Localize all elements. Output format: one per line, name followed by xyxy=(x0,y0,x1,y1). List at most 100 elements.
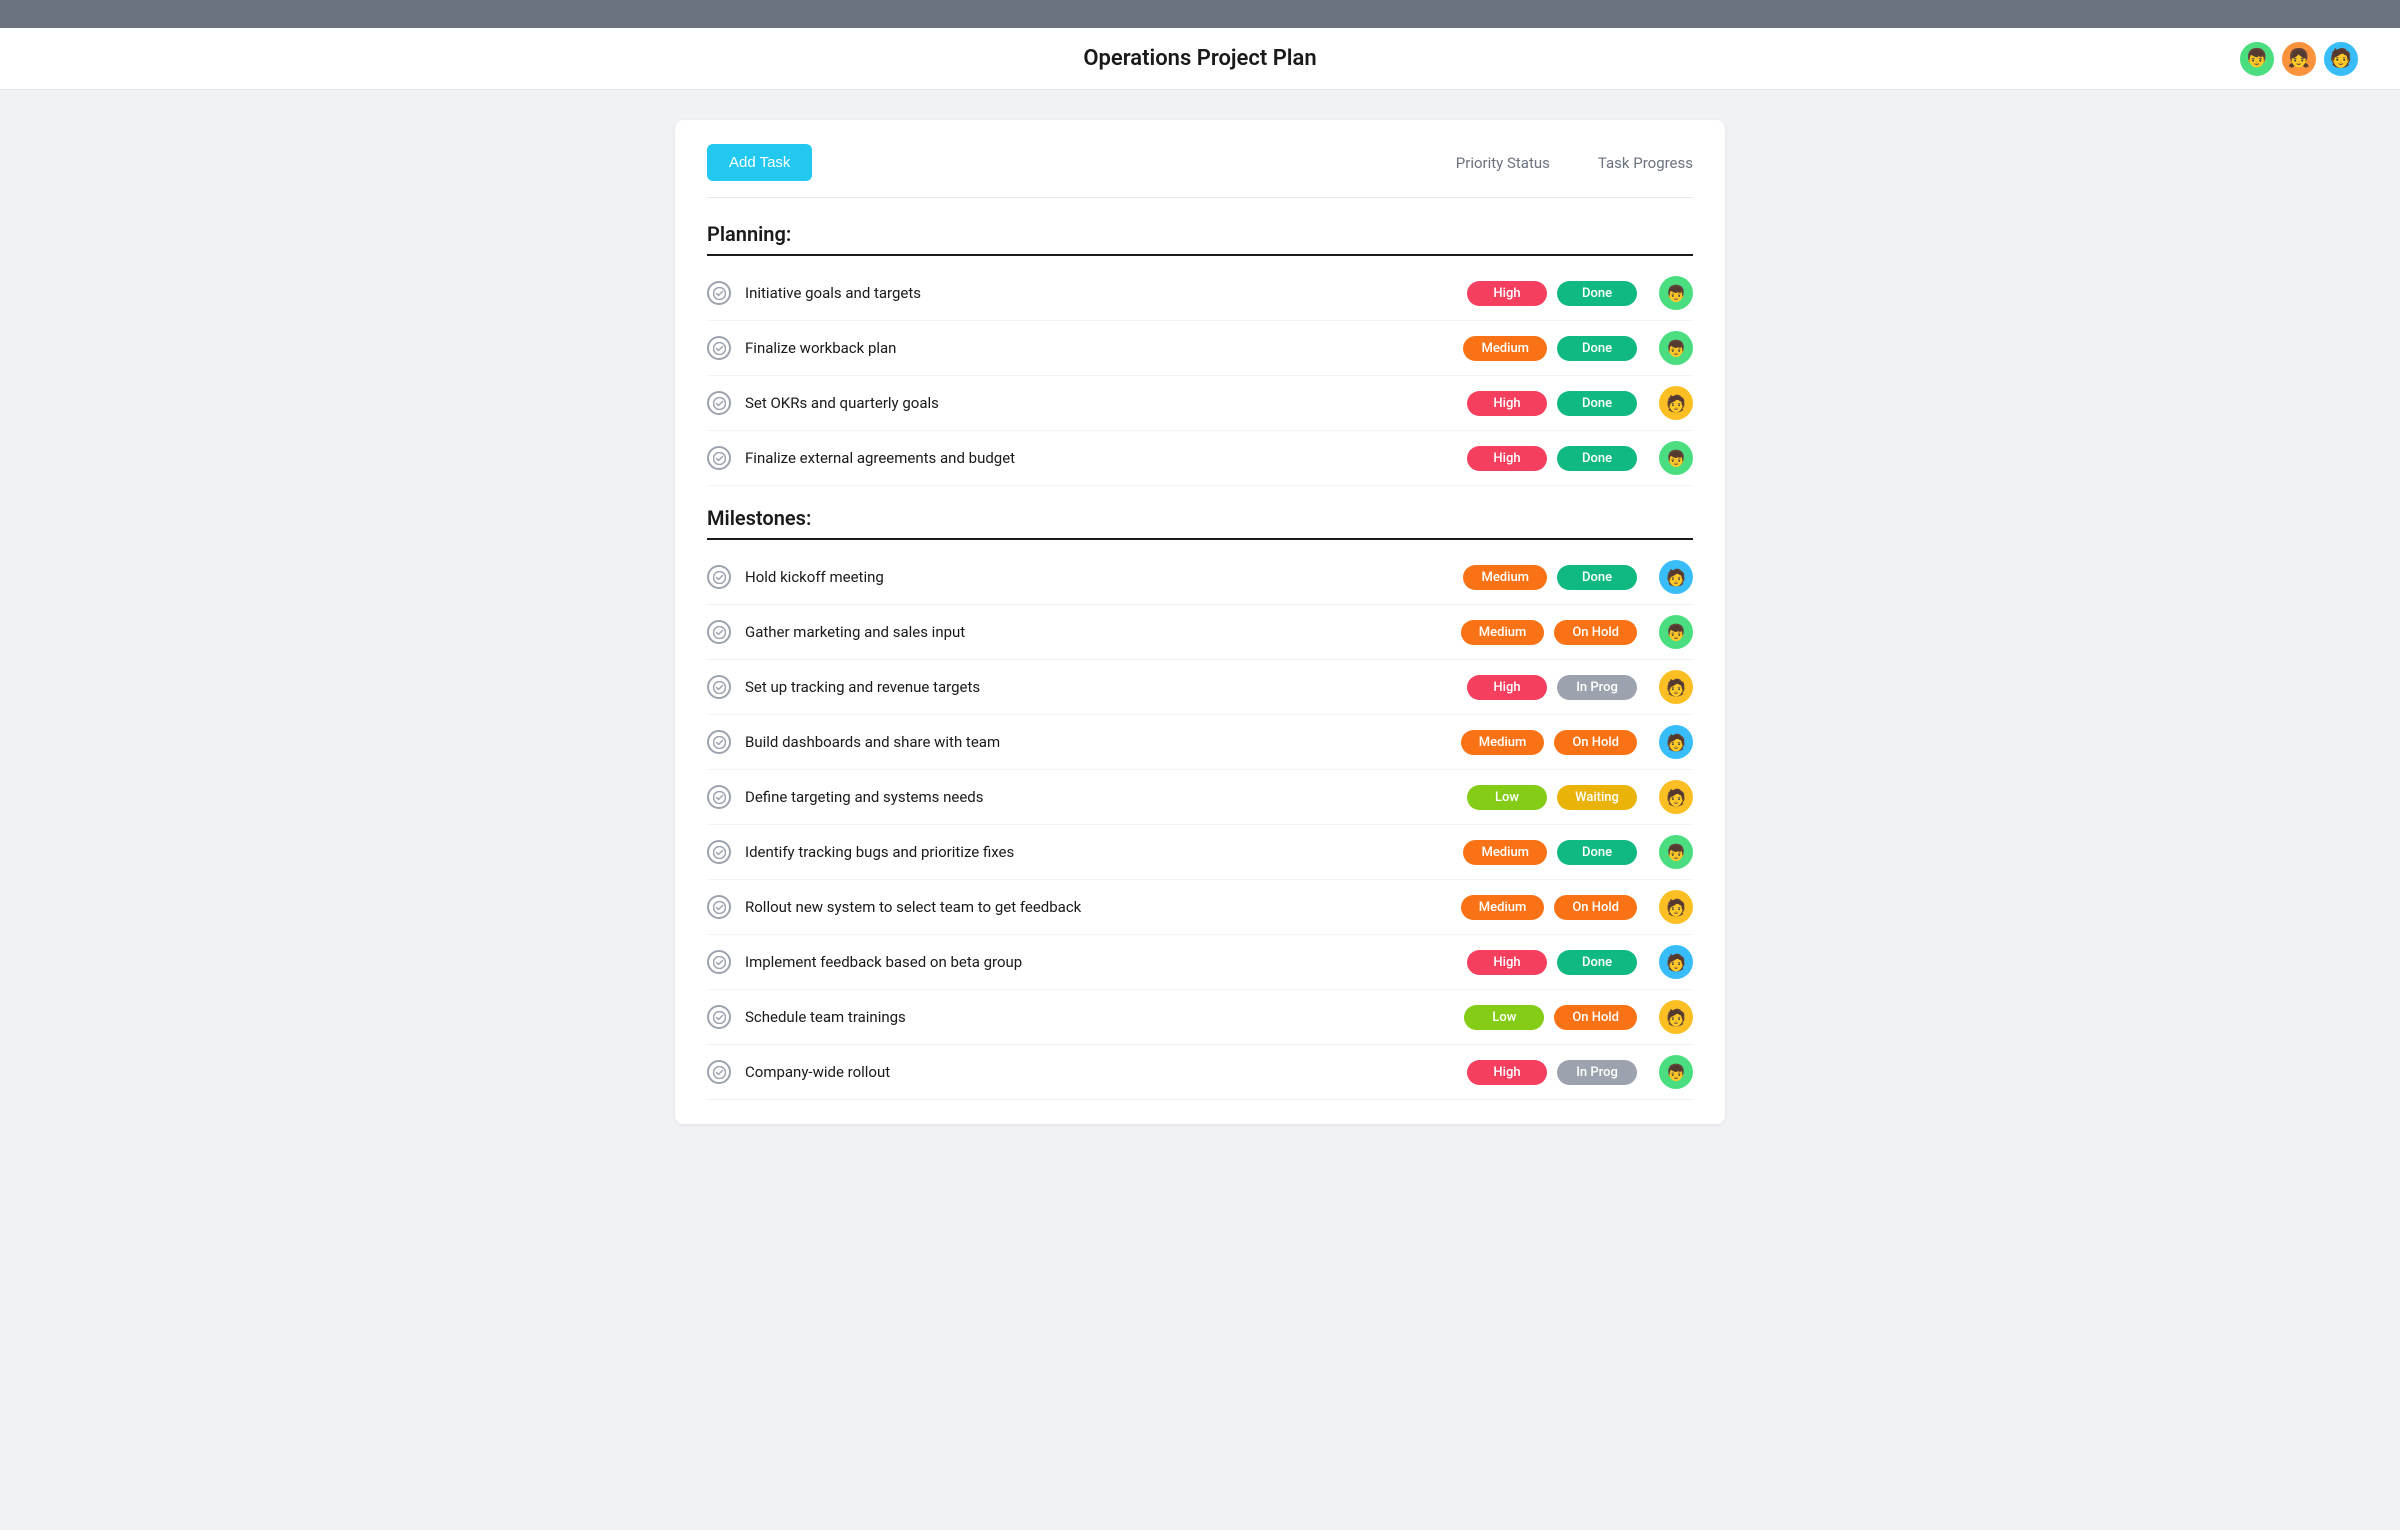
status-badge: Done xyxy=(1557,446,1637,471)
table-row[interactable]: Schedule team trainings Low On Hold 🧑 xyxy=(707,990,1693,1045)
col-priority-label: Priority Status xyxy=(1456,154,1550,172)
header-avatars: 👦 👧 🧑 xyxy=(2238,40,2360,78)
task-badges: High Done 🧑 xyxy=(1467,945,1693,979)
task-badges: Low Waiting 🧑 xyxy=(1467,780,1693,814)
avatar: 🧑 xyxy=(1659,890,1693,924)
task-badges: Medium Done 👦 xyxy=(1463,835,1693,869)
task-name: Rollout new system to select team to get… xyxy=(745,898,1461,916)
status-badge: Done xyxy=(1557,950,1637,975)
task-checkbox[interactable] xyxy=(707,565,731,589)
task-badges: Low On Hold 🧑 xyxy=(1464,1000,1693,1034)
avatar: 👦 xyxy=(1659,835,1693,869)
priority-badge: High xyxy=(1467,446,1547,471)
task-name: Identify tracking bugs and prioritize fi… xyxy=(745,843,1463,861)
table-row[interactable]: Hold kickoff meeting Medium Done 🧑 xyxy=(707,550,1693,605)
priority-badge: Medium xyxy=(1461,895,1545,920)
add-task-button[interactable]: Add Task xyxy=(707,144,812,181)
task-checkbox[interactable] xyxy=(707,1005,731,1029)
task-name: Schedule team trainings xyxy=(745,1008,1464,1026)
task-name: Finalize external agreements and budget xyxy=(745,449,1467,467)
task-checkbox[interactable] xyxy=(707,675,731,699)
avatar: 👦 xyxy=(1659,276,1693,310)
table-row[interactable]: Rollout new system to select team to get… xyxy=(707,880,1693,935)
task-badges: Medium Done 🧑 xyxy=(1463,560,1693,594)
avatar: 👦 xyxy=(1659,1055,1693,1089)
section-0: Planning: Initiative goals and targets H… xyxy=(707,222,1693,486)
task-name: Define targeting and systems needs xyxy=(745,788,1467,806)
avatar: 🧑 xyxy=(1659,1000,1693,1034)
table-row[interactable]: Finalize workback plan Medium Done 👦 xyxy=(707,321,1693,376)
task-badges: Medium On Hold 🧑 xyxy=(1461,725,1693,759)
avatar: 👦 xyxy=(1659,441,1693,475)
status-badge: On Hold xyxy=(1554,1005,1637,1030)
avatar-2: 👧 xyxy=(2280,40,2318,78)
task-badges: Medium On Hold 🧑 xyxy=(1461,890,1693,924)
task-badges: Medium On Hold 👦 xyxy=(1461,615,1693,649)
avatar: 🧑 xyxy=(1659,560,1693,594)
status-badge: Waiting xyxy=(1557,785,1637,810)
avatar: 🧑 xyxy=(1659,670,1693,704)
status-badge: On Hold xyxy=(1554,620,1637,645)
avatar: 👦 xyxy=(1659,331,1693,365)
task-name: Set up tracking and revenue targets xyxy=(745,678,1467,696)
task-name: Company-wide rollout xyxy=(745,1063,1467,1081)
status-badge: On Hold xyxy=(1554,895,1637,920)
status-badge: Done xyxy=(1557,281,1637,306)
status-badge: Done xyxy=(1557,391,1637,416)
toolbar: Add Task Priority Status Task Progress xyxy=(707,144,1693,198)
task-name: Implement feedback based on beta group xyxy=(745,953,1467,971)
task-badges: High In Prog 👦 xyxy=(1467,1055,1693,1089)
task-name: Set OKRs and quarterly goals xyxy=(745,394,1467,412)
task-badges: High Done 👦 xyxy=(1467,276,1693,310)
table-row[interactable]: Identify tracking bugs and prioritize fi… xyxy=(707,825,1693,880)
main-content: Add Task Priority Status Task Progress P… xyxy=(675,120,1725,1124)
status-badge: On Hold xyxy=(1554,730,1637,755)
task-name: Gather marketing and sales input xyxy=(745,623,1461,641)
task-checkbox[interactable] xyxy=(707,620,731,644)
task-name: Initiative goals and targets xyxy=(745,284,1467,302)
table-row[interactable]: Finalize external agreements and budget … xyxy=(707,431,1693,486)
section-title-1: Milestones: xyxy=(707,506,1693,540)
task-checkbox[interactable] xyxy=(707,281,731,305)
task-name: Build dashboards and share with team xyxy=(745,733,1461,751)
task-checkbox[interactable] xyxy=(707,840,731,864)
task-checkbox[interactable] xyxy=(707,1060,731,1084)
table-row[interactable]: Set OKRs and quarterly goals High Done 🧑 xyxy=(707,376,1693,431)
task-checkbox[interactable] xyxy=(707,895,731,919)
table-row[interactable]: Initiative goals and targets High Done 👦 xyxy=(707,266,1693,321)
task-checkbox[interactable] xyxy=(707,336,731,360)
toolbar-labels: Priority Status Task Progress xyxy=(1456,154,1693,172)
avatar: 🧑 xyxy=(1659,945,1693,979)
table-row[interactable]: Set up tracking and revenue targets High… xyxy=(707,660,1693,715)
task-badges: High Done 🧑 xyxy=(1467,386,1693,420)
status-badge: Done xyxy=(1557,840,1637,865)
status-badge: In Prog xyxy=(1557,675,1637,700)
avatar: 🧑 xyxy=(1659,725,1693,759)
task-checkbox[interactable] xyxy=(707,730,731,754)
task-checkbox[interactable] xyxy=(707,950,731,974)
status-badge: Done xyxy=(1557,336,1637,361)
priority-badge: Medium xyxy=(1461,620,1545,645)
priority-badge: Medium xyxy=(1461,730,1545,755)
table-row[interactable]: Define targeting and systems needs Low W… xyxy=(707,770,1693,825)
avatar-3: 🧑 xyxy=(2322,40,2360,78)
task-checkbox[interactable] xyxy=(707,446,731,470)
table-row[interactable]: Company-wide rollout High In Prog 👦 xyxy=(707,1045,1693,1100)
table-row[interactable]: Implement feedback based on beta group H… xyxy=(707,935,1693,990)
page-title: Operations Project Plan xyxy=(1083,46,1316,71)
task-name: Hold kickoff meeting xyxy=(745,568,1463,586)
top-bar xyxy=(0,0,2400,28)
status-badge: Done xyxy=(1557,565,1637,590)
table-row[interactable]: Build dashboards and share with team Med… xyxy=(707,715,1693,770)
task-checkbox[interactable] xyxy=(707,391,731,415)
task-badges: Medium Done 👦 xyxy=(1463,331,1693,365)
table-row[interactable]: Gather marketing and sales input Medium … xyxy=(707,605,1693,660)
priority-badge: Low xyxy=(1467,785,1547,810)
header: Operations Project Plan 👦 👧 🧑 xyxy=(0,28,2400,90)
status-badge: In Prog xyxy=(1557,1060,1637,1085)
section-title-0: Planning: xyxy=(707,222,1693,256)
avatar: 🧑 xyxy=(1659,780,1693,814)
priority-badge: Medium xyxy=(1463,840,1547,865)
priority-badge: High xyxy=(1467,281,1547,306)
task-checkbox[interactable] xyxy=(707,785,731,809)
